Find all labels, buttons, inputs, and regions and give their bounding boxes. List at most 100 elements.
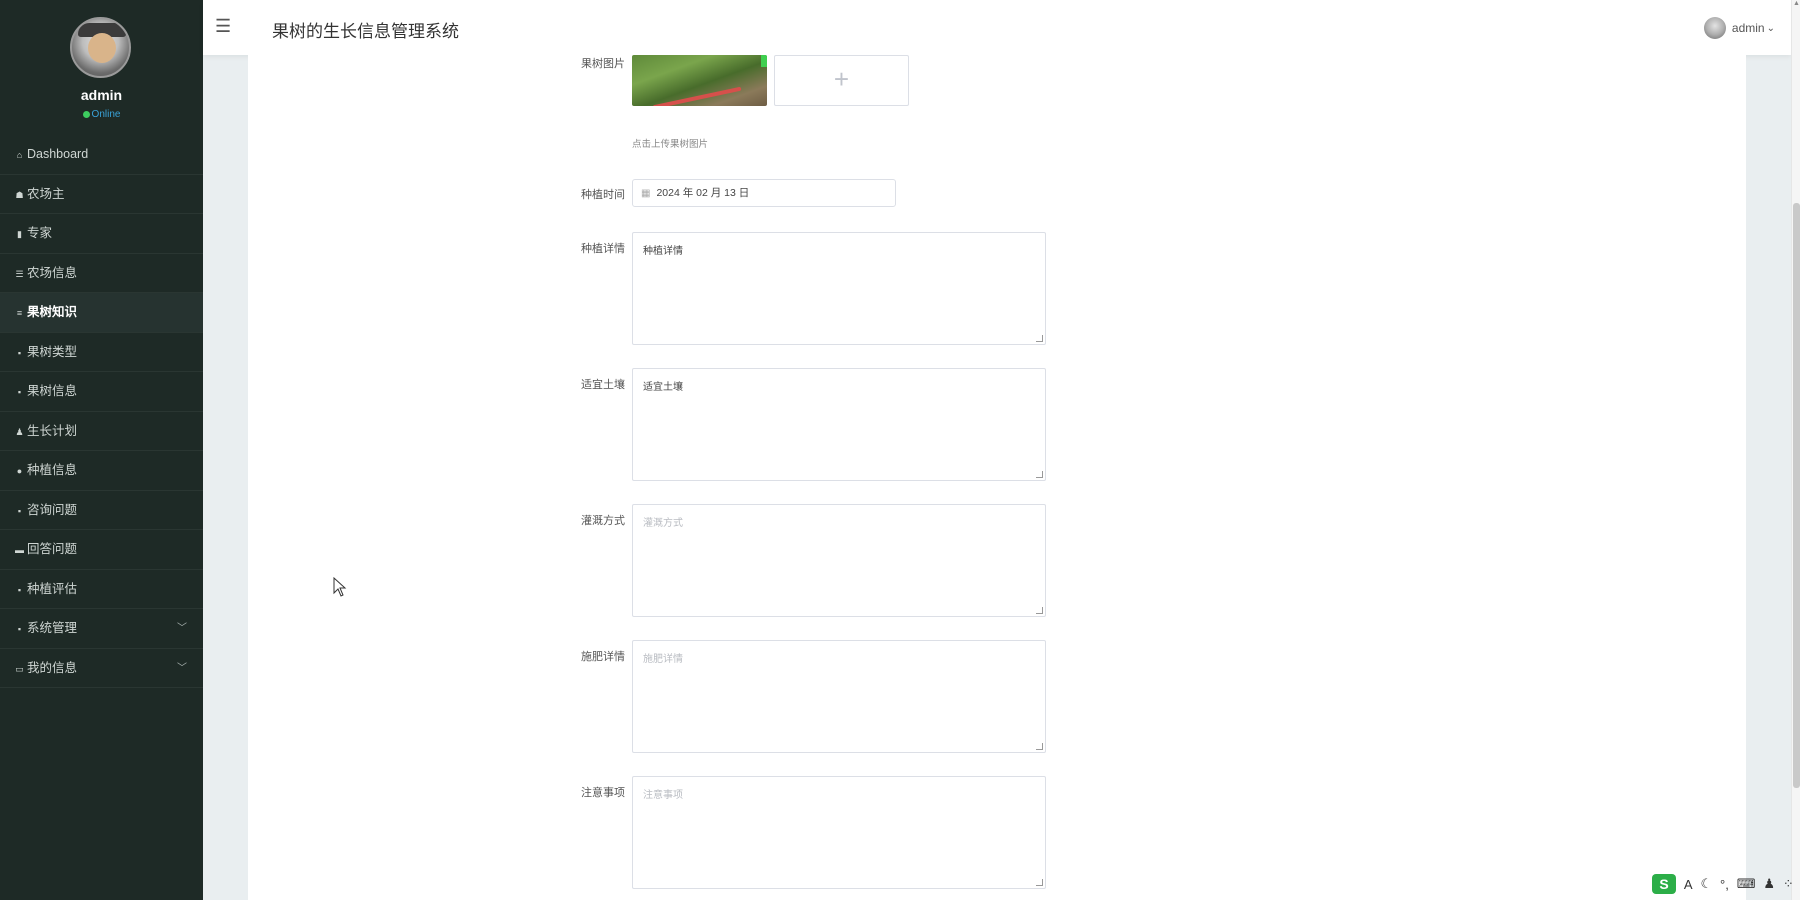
page-scrollbar[interactable]: ▲ [1791,0,1800,900]
upload-hint: 点击上传果树图片 [632,139,709,150]
avatar[interactable] [70,17,131,78]
textarea-placeholder: 灌溉方式 [643,518,683,529]
sidebar-item-planting-info[interactable]: ● 种植信息 [0,451,203,491]
avatar [1703,17,1726,39]
sidebar-item-label: 果树信息 [27,384,78,398]
user-icon[interactable]: ♟ [1763,876,1775,892]
sidebar-item-label: 专家 [27,226,53,240]
sidebar-item-label: 农场主 [27,186,65,201]
sidebar-item-label: 系统管理 [27,621,78,635]
textarea-placeholder: 注意事项 [643,790,683,801]
sidebar-item-expert[interactable]: ▮ 专家 [0,214,203,254]
sidebar-item-label: 果树类型 [27,344,78,359]
doc-icon: ▪ [17,505,22,516]
sidebar-item-farm-owner[interactable]: ☗ 农场主 [0,175,203,214]
sidebar-item-my-info[interactable]: ▭ 我的信息 ﹀ [0,649,203,688]
sidebar-item-label: 种植信息 [27,463,78,477]
ime-logo-icon[interactable]: S [1652,874,1676,894]
user-icon: ♟ [15,426,24,437]
plus-icon: + [833,64,850,94]
user-name: admin [80,87,123,103]
chevron-down-icon: ﹀ [177,623,187,634]
date-label: 种植时间 [581,189,625,201]
chevron-down-icon: ⌄ [1766,22,1775,34]
notes-textarea[interactable]: 注意事项 [632,776,1046,889]
sidebar-item-label: 果树知识 [27,305,78,319]
date-picker-input[interactable]: ▦ 2024 年 02 月 13 日 [632,179,896,207]
list-icon: ≡ [16,308,23,318]
user-status-text: Online [91,109,121,120]
sidebar-item-assessment[interactable]: ▪ 种植评估 [0,570,203,609]
fertilization-details-textarea[interactable]: 施肥详情 [632,640,1046,753]
sidebar-item-label: 农场信息 [27,265,78,280]
sidebar: admin Online ⌂ Dashboard ☗ 农场主 ▮ 专家 ☰ 农场信息 ≡… [0,0,203,900]
punctuation-icon[interactable]: °, [1720,877,1729,892]
irrigation-method-textarea[interactable]: 灌溉方式 [632,504,1046,617]
sidebar-item-dashboard[interactable]: ⌂ Dashboard [0,135,203,175]
card-icon: ▭ [15,663,24,674]
field-label: 种植详情 [581,243,625,255]
image-upload-button[interactable]: + [774,55,909,106]
grid-icon: ▪ [17,624,22,634]
planting-details-textarea[interactable]: 种植详情 [632,232,1046,345]
field-label: 适宜土壤 [581,379,625,391]
sidebar-item-label: 回答问题 [27,542,78,556]
chart-icon: ▮ [17,229,22,239]
field-label: 灌溉方式 [581,515,625,527]
sidebar-item-tree-knowledge[interactable]: ≡ 果树知识 [0,293,203,333]
chevron-down-icon: ﹀ [177,662,187,674]
textarea-value: 适宜土壤 [643,382,683,393]
image-label: 果树图片 [581,58,625,70]
ime-toolbar: S A ☾ °, ⌨ ♟ ⁘ [1652,874,1794,896]
resize-handle-icon[interactable] [1036,879,1043,886]
field-label: 注意事项 [581,787,625,799]
keyboard-icon[interactable]: ⌨ [1737,876,1756,892]
scroll-up-arrow-icon[interactable]: ▲ [1792,0,1800,12]
home-icon: ⌂ [16,150,23,160]
field-label: 施肥详情 [581,651,625,663]
moon-icon[interactable]: ☾ [1700,876,1712,892]
sidebar-item-growth-plan[interactable]: ♟ 生长计划 [0,412,203,451]
sidebar-item-tree-type[interactable]: ▪ 果树类型 [0,333,203,372]
image-detail [761,55,767,67]
resize-handle-icon[interactable] [1036,607,1043,614]
sidebar-item-system[interactable]: ▪ 系统管理 ﹀ [0,609,203,649]
sidebar-item-label: Dashboard [27,147,89,161]
suitable-soil-textarea[interactable]: 适宜土壤 [632,368,1046,481]
resize-handle-icon[interactable] [1036,471,1043,478]
menu-toggle-icon[interactable]: ☰ [215,16,235,36]
resize-handle-icon[interactable] [1036,743,1043,750]
mouse-cursor-icon [333,577,347,597]
app-title: 果树的生长信息管理系统 [272,22,459,41]
textarea-placeholder: 施肥详情 [643,654,683,665]
top-user-menu[interactable]: admin ⌄ [1703,17,1775,41]
sidebar-item-answer[interactable]: ▬ 回答问题 [0,530,203,570]
message-icon: ▬ [15,545,24,555]
resize-handle-icon[interactable] [1036,335,1043,342]
date-value: 2024 年 02 月 13 日 [656,187,750,199]
book-icon: ▪ [17,387,22,397]
grid-icon[interactable]: ⁘ [1783,876,1794,892]
pin-icon: ● [16,466,23,476]
image-detail [652,86,742,106]
sidebar-item-label: 种植评估 [27,581,78,596]
sidebar-item-farm-info[interactable]: ☰ 农场信息 [0,254,203,293]
sidebar-menu: ⌂ Dashboard ☗ 农场主 ▮ 专家 ☰ 农场信息 ≡ 果树知识 ▪ 果树类型 ▪ 果… [0,135,203,688]
grid-icon: ▪ [17,347,22,358]
briefcase-icon: ☰ [15,268,24,279]
sidebar-item-label: 我的信息 [27,660,78,675]
calendar-icon: ▦ [641,188,651,199]
tree-image-thumbnail[interactable] [632,55,767,106]
sidebar-item-consult[interactable]: ▪ 咨询问题 [0,491,203,530]
sidebar-item-tree-info[interactable]: ▪ 果树信息 [0,372,203,412]
sidebar-item-label: 咨询问题 [27,502,78,517]
textarea-value: 种植详情 [643,246,683,257]
clipboard-icon: ▪ [17,584,22,595]
ime-mode-indicator[interactable]: A [1684,877,1693,892]
scroll-thumb[interactable] [1793,203,1800,788]
sidebar-item-label: 生长计划 [27,423,78,438]
form-card: 果树图片 + 点击上传果树图片 种植时间 ▦ 2024 年 02 月 13 日 种… [248,55,1746,900]
avatar-face [88,33,116,63]
top-user-name: admin [1731,21,1765,35]
online-status-dot-icon [82,110,90,118]
